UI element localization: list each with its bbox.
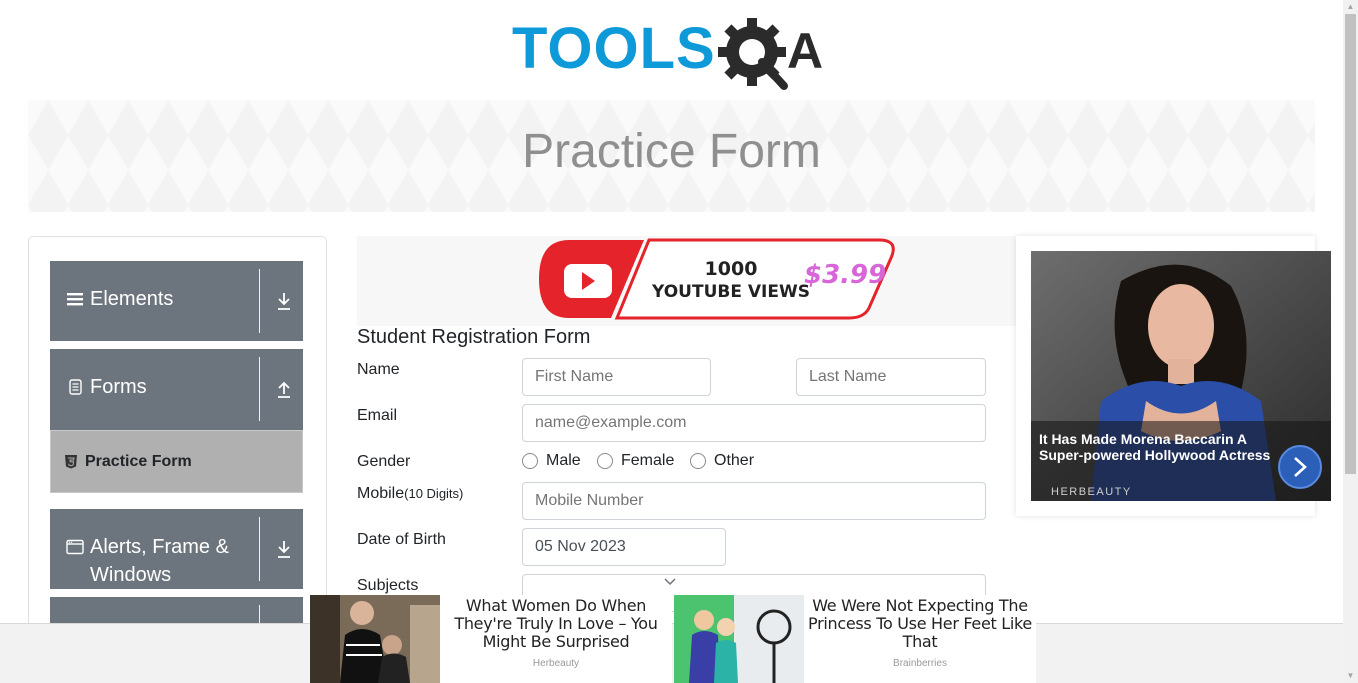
name-label: Name (357, 361, 400, 378)
gender-radio-female[interactable]: Female (597, 452, 674, 470)
last-name-input[interactable] (796, 358, 986, 396)
upload-arrow-icon[interactable] (276, 379, 292, 399)
logo-text-tools: TOOLS (512, 16, 716, 81)
radio-label[interactable]: Other (714, 452, 754, 470)
download-arrow-icon[interactable] (276, 539, 292, 559)
page-banner: Practice Form (28, 100, 1315, 212)
scroll-up-icon[interactable]: ▲ (1345, 1, 1356, 13)
logo-text-a: A (787, 23, 823, 79)
sidebar-group-label: Alerts, Frame & Windows (90, 536, 229, 586)
form-title: Student Registration Form (357, 326, 591, 348)
youtube-views-ad[interactable]: 1000 YOUTUBE VIEWS $3.99 (357, 236, 1017, 326)
ad-thumbnail (674, 595, 804, 683)
radio-circle[interactable] (690, 453, 706, 469)
page-title: Practice Form (522, 125, 821, 178)
ad-headline: We Were Not Expecting The Princess To Us… (808, 596, 1032, 651)
ad-line-1000: 1000 (705, 258, 758, 280)
scroll-thumb[interactable] (1345, 14, 1356, 474)
sidebar-group-forms[interactable]: Forms (50, 349, 303, 430)
side-ad[interactable]: It Has Made Morena Baccarin A Super-powe… (1016, 236, 1331, 516)
mobile-label-text: Mobile (357, 485, 405, 502)
bottom-ad-2[interactable]: We Were Not Expecting The Princess To Us… (674, 595, 1036, 683)
ad-source: Brainberries (893, 658, 947, 669)
hamburger-icon (67, 293, 83, 306)
date-of-birth-input[interactable]: 05 Nov 2023 (522, 528, 726, 566)
download-arrow-icon[interactable] (276, 291, 292, 311)
gender-radio-other[interactable]: Other (690, 452, 754, 470)
bottom-ad-1[interactable]: What Women Do When They're Truly In Love… (310, 595, 672, 683)
toolsqa-logo[interactable]: TOOLS A (512, 14, 834, 92)
document-icon (69, 379, 82, 395)
ad-thumbnail (310, 595, 440, 683)
gender-label: Gender (357, 453, 411, 470)
ad-line-youtube-views: YOUTUBE VIEWS (651, 282, 810, 302)
ad-caption: It Has Made Morena Baccarin A Super-powe… (1039, 431, 1271, 463)
sidebar: Elements Forms Practice Form Alerts, Fra… (28, 236, 327, 683)
next-arrow-button[interactable] (1278, 445, 1322, 489)
subjects-label: Subjects (357, 577, 419, 594)
gear-icon (718, 18, 788, 90)
window-icon (66, 539, 84, 555)
html5-icon (65, 454, 77, 468)
sidebar-group-label: Elements (90, 288, 174, 310)
email-label: Email (357, 407, 398, 424)
mobile-input[interactable] (522, 482, 986, 520)
sidebar-item-label: Practice Form (85, 452, 192, 470)
ad-price: $3.99 (804, 260, 886, 290)
chevron-right-icon (1294, 457, 1307, 477)
scroll-down-icon[interactable]: ▼ (1345, 670, 1356, 682)
radio-circle[interactable] (597, 453, 613, 469)
page-scrollbar[interactable]: ▲ ▼ (1343, 0, 1358, 683)
ad-source: Herbeauty (532, 658, 580, 669)
radio-label[interactable]: Male (546, 452, 581, 470)
chevron-down-icon (664, 578, 676, 586)
gender-radio-male[interactable]: Male (522, 452, 581, 470)
divider (259, 269, 260, 333)
sidebar-group-elements[interactable]: Elements (50, 261, 303, 341)
email-input[interactable] (522, 404, 986, 442)
dob-label: Date of Birth (357, 531, 446, 548)
sidebar-item-practice-form[interactable]: Practice Form (50, 430, 303, 493)
mobile-label: Mobile(10 Digits) (357, 485, 463, 503)
ad-photo: It Has Made Morena Baccarin A Super-powe… (1031, 251, 1331, 501)
divider (259, 357, 260, 421)
radio-label[interactable]: Female (621, 452, 674, 470)
ad-headline: What Women Do When They're Truly In Love… (454, 596, 658, 651)
radio-circle[interactable] (522, 453, 538, 469)
first-name-input[interactable] (522, 358, 711, 396)
ad-brand: HERBEAUTY (1051, 486, 1132, 498)
sidebar-group-alerts[interactable]: Alerts, Frame & Windows (50, 509, 303, 589)
sidebar-group-label: Forms (90, 376, 147, 398)
divider (259, 517, 260, 581)
mobile-hint: (10 Digits) (404, 486, 464, 501)
